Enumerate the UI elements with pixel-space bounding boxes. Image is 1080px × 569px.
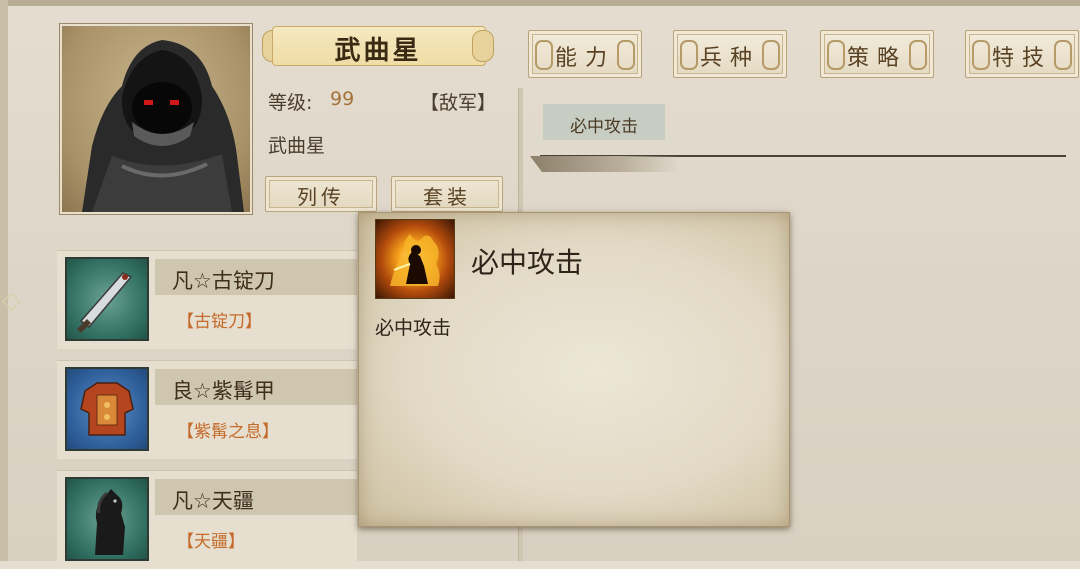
left-edge — [0, 0, 8, 561]
hero-name-banner: 武曲星 — [262, 22, 494, 68]
flame-warrior-icon — [375, 219, 455, 299]
level-label: 等级: — [268, 92, 313, 114]
tooltip-description: 必中攻击 — [375, 317, 452, 339]
tab-strategy[interactable]: 策略 — [820, 30, 934, 78]
equipment-slot-weapon[interactable]: 凡☆古锭刀 【古锭刀】 — [57, 250, 357, 349]
equipment-title: 凡☆天疆 — [172, 489, 254, 513]
equipment-subtitle: 【天疆】 — [177, 532, 245, 552]
level-value: 99 — [330, 88, 355, 110]
hero-subname: 武曲星 — [268, 135, 326, 157]
tab-troops-label: 兵种 — [699, 46, 760, 71]
equipment-slot-armor[interactable]: 良☆紫髯甲 【紫髯之息】 — [57, 360, 357, 459]
skill-tooltip: 必中攻击 必中攻击 — [358, 212, 790, 527]
hooded-figure-icon — [82, 40, 244, 212]
top-frame — [0, 0, 1080, 6]
hero-name: 武曲星 — [334, 36, 422, 66]
tab-ability-label: 能力 — [554, 46, 615, 71]
tab-skills-label: 特技 — [991, 46, 1052, 71]
armor-icon — [65, 367, 149, 451]
blade-icon — [65, 257, 149, 341]
left-arrow-icon[interactable]: ◇ — [2, 286, 30, 314]
equipment-slot-mount[interactable]: 凡☆天疆 【天疆】 — [57, 470, 357, 569]
set-button-label: 套装 — [423, 185, 471, 209]
hero-portrait — [60, 24, 252, 214]
skill-item-label: 必中攻击 — [570, 117, 638, 137]
set-button[interactable]: 套装 — [391, 176, 503, 212]
tab-troops[interactable]: 兵种 — [673, 30, 787, 78]
biography-button[interactable]: 列传 — [265, 176, 377, 212]
horse-icon — [65, 477, 149, 561]
faction-label: 【敌军】 — [420, 92, 497, 114]
equipment-title: 良☆紫髯甲 — [172, 379, 275, 403]
biography-button-label: 列传 — [297, 185, 345, 209]
equipment-subtitle: 【古锭刀】 — [177, 312, 262, 332]
skill-item[interactable]: 必中攻击 — [543, 104, 665, 140]
tab-skills[interactable]: 特技 — [965, 30, 1079, 78]
tooltip-title: 必中攻击 — [471, 246, 584, 279]
tab-strategy-label: 策略 — [846, 46, 907, 71]
tab-ability[interactable]: 能力 — [528, 30, 642, 78]
skill-divider-ornament — [530, 156, 680, 172]
equipment-subtitle: 【紫髯之息】 — [177, 422, 279, 442]
equipment-title: 凡☆古锭刀 — [172, 269, 275, 293]
